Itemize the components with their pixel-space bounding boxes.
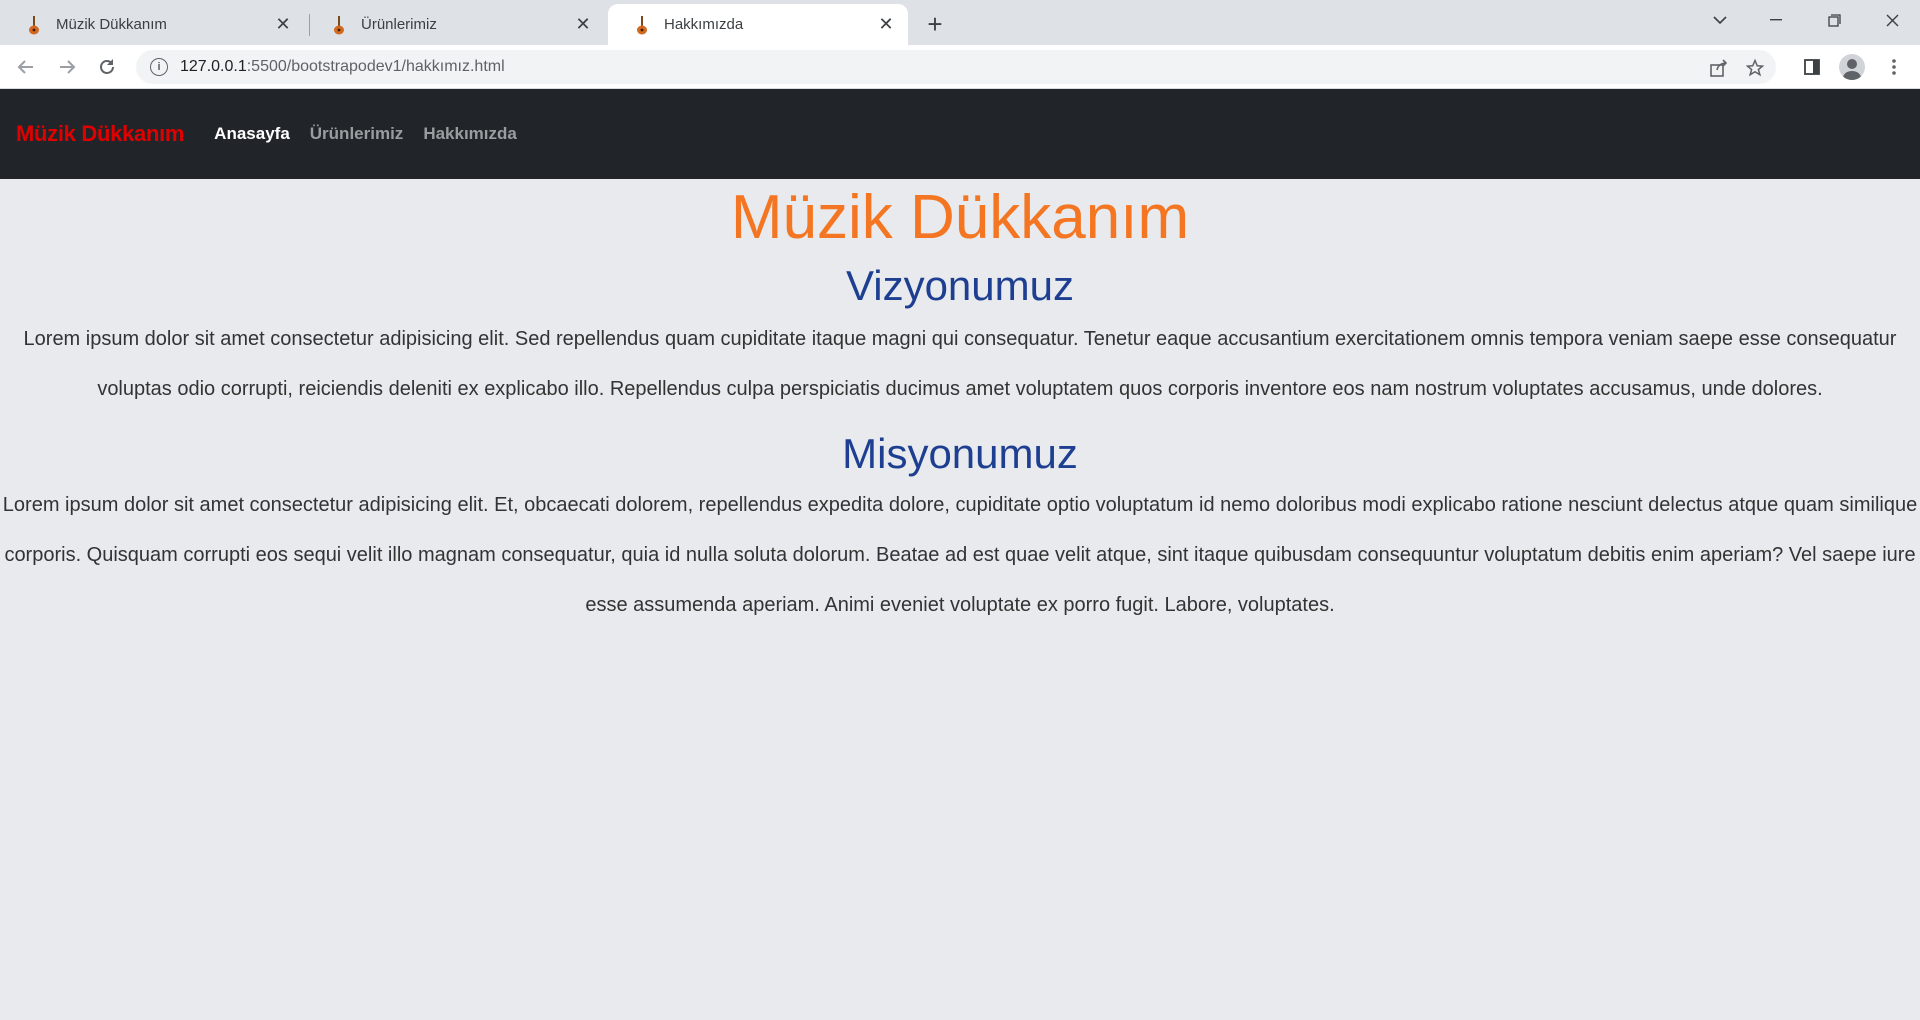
reload-icon[interactable]: [91, 51, 123, 83]
profile-icon[interactable]: [1836, 51, 1868, 83]
star-icon[interactable]: [1744, 57, 1766, 79]
nav-link-anasayfa[interactable]: Anasayfa: [214, 124, 290, 144]
site-navbar: Müzik Dükkanım Anasayfa Ürünlerimiz Hakk…: [0, 89, 1920, 179]
tab-urunlerimiz[interactable]: Ürünlerimiz ✕: [305, 4, 605, 45]
new-tab-button[interactable]: +: [919, 8, 951, 40]
url-text: 127.0.0.1:5500/bootstrapodev1/hakkımız.h…: [180, 58, 505, 75]
tab-hakkimizda[interactable]: Hakkımızda ✕: [608, 4, 908, 45]
address-bar[interactable]: i 127.0.0.1:5500/bootstrapodev1/hakkımız…: [136, 50, 1776, 84]
close-window-icon[interactable]: [1864, 0, 1920, 40]
guitar-favicon-icon: [632, 15, 652, 35]
page-title: Müzik Dükkanım: [730, 183, 1190, 252]
browser-toolbar: i 127.0.0.1:5500/bootstrapodev1/hakkımız…: [0, 45, 1920, 89]
close-tab-icon[interactable]: ✕: [271, 13, 295, 37]
tab-strip: Müzik Dükkanım ✕ Ürünlerimiz ✕ Hakkımızd…: [0, 0, 1920, 45]
avatar: [1839, 54, 1865, 80]
arrow-right-icon[interactable]: [51, 51, 83, 83]
guitar-favicon-icon: [24, 15, 44, 35]
nav-link-hakkimizda[interactable]: Hakkımızda: [423, 124, 517, 144]
tab-title: Hakkımızda: [664, 16, 744, 33]
tab-title: Ürünlerimiz: [361, 16, 437, 33]
tab-title: Müzik Dükkanım: [56, 16, 167, 33]
vision-paragraph: Lorem ipsum dolor sit amet consectetur a…: [23, 328, 1897, 400]
arrow-left-icon[interactable]: [10, 51, 42, 83]
kebab-menu-icon[interactable]: [1878, 51, 1910, 83]
close-tab-icon[interactable]: ✕: [874, 13, 898, 37]
info-icon[interactable]: i: [150, 58, 168, 76]
share-icon[interactable]: [1708, 57, 1730, 79]
tab-muzik-dukkanim[interactable]: Müzik Dükkanım ✕: [0, 4, 305, 45]
navbar-brand[interactable]: Müzik Dükkanım: [16, 121, 184, 147]
nav-link-urunlerimiz[interactable]: Ürünlerimiz: [310, 124, 404, 144]
minimize-icon[interactable]: [1748, 0, 1804, 40]
restore-icon[interactable]: [1806, 0, 1862, 40]
mission-paragraph: Lorem ipsum dolor sit amet consectetur a…: [2, 494, 1918, 616]
side-panel-icon[interactable]: [1796, 51, 1828, 83]
vision-heading: Vizyonumuz: [845, 262, 1074, 309]
tab-search-icon[interactable]: [1692, 0, 1748, 40]
main-content: Müzik Dükkanım Vizyonumuz Lorem ipsum do…: [0, 179, 1920, 630]
guitar-favicon-icon: [329, 15, 349, 35]
close-tab-icon[interactable]: ✕: [571, 13, 595, 37]
mission-heading: Misyonumuz: [842, 430, 1078, 477]
